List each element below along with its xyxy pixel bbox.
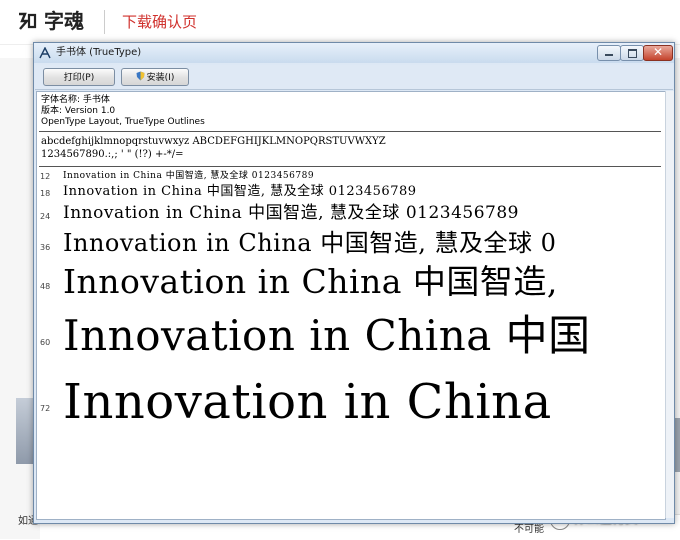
minimize-icon bbox=[605, 54, 613, 56]
size-label: 18 bbox=[40, 189, 51, 198]
font-viewer-window: 手书体 (TrueType) ✕ 打印(P) 安装(I) 字体名称: 手书体 版… bbox=[33, 42, 675, 524]
sample-text: Innovation in China bbox=[63, 374, 552, 430]
maximize-button[interactable] bbox=[620, 45, 644, 61]
sample-row-72: 72 Innovation in China bbox=[37, 370, 665, 430]
maximize-icon bbox=[628, 49, 637, 58]
install-button[interactable]: 安装(I) bbox=[121, 68, 189, 86]
sample-text: Innovation in China 中国智造, 慧及全球 012345678… bbox=[63, 184, 417, 199]
uac-shield-icon bbox=[136, 71, 145, 81]
font-file-icon bbox=[39, 47, 51, 59]
sample-row-18: 18 Innovation in China 中国智造, 慧及全球 012345… bbox=[37, 183, 665, 199]
size-label: 72 bbox=[40, 404, 51, 413]
sample-text: Innovation in China 中国 bbox=[63, 311, 591, 360]
size-label: 12 bbox=[40, 172, 51, 181]
vertical-scrollbar[interactable] bbox=[665, 91, 674, 518]
site-header: 字魂 下载确认页 bbox=[0, 0, 680, 45]
size-label: 24 bbox=[40, 212, 51, 221]
sample-row-36: 36 Innovation in China 中国智造, 慧及全球 0 bbox=[37, 227, 665, 257]
close-button[interactable]: ✕ bbox=[643, 45, 673, 61]
charset-digits: 1234567890.:,; ' " (!?) +-*/= bbox=[41, 149, 184, 160]
sample-row-60: 60 Innovation in China 中国 bbox=[37, 308, 665, 360]
size-label: 60 bbox=[40, 338, 51, 347]
sample-text: Innovation in China 中国智造, 慧及全球 012345678… bbox=[63, 203, 519, 223]
header-divider bbox=[104, 10, 105, 34]
font-preview-area: 字体名称: 手书体 版本: Version 1.0 OpenType Layou… bbox=[36, 91, 666, 520]
font-name-info: 字体名称: 手书体 bbox=[41, 95, 110, 105]
print-button[interactable]: 打印(P) bbox=[43, 68, 115, 86]
page-title: 下载确认页 bbox=[122, 13, 198, 31]
version-info: 版本: Version 1.0 bbox=[41, 106, 116, 116]
size-label: 48 bbox=[40, 282, 51, 291]
window-title: 手书体 (TrueType) bbox=[56, 47, 142, 58]
minimize-button[interactable] bbox=[597, 45, 621, 61]
logo-text[interactable]: 字魂 bbox=[44, 8, 84, 34]
divider bbox=[39, 166, 661, 167]
size-label: 36 bbox=[40, 243, 51, 252]
install-button-label: 安装(I) bbox=[146, 73, 175, 83]
sample-text: Innovation in China 中国智造, 慧及全球 0 bbox=[63, 229, 557, 257]
sample-text: Innovation in China 中国智造, 慧及全球 012345678… bbox=[63, 171, 315, 181]
divider bbox=[39, 131, 661, 132]
outline-info: OpenType Layout, TrueType Outlines bbox=[41, 117, 205, 127]
close-icon: ✕ bbox=[652, 45, 664, 59]
logo-icon bbox=[19, 12, 37, 30]
sample-row-12: 12 Innovation in China 中国智造, 慧及全球 012345… bbox=[37, 170, 665, 181]
title-bar[interactable]: 手书体 (TrueType) ✕ bbox=[34, 43, 674, 63]
charset-letters: abcdefghijklmnopqrstuvwxyz ABCDEFGHIJKLM… bbox=[41, 136, 386, 147]
sample-row-48: 48 Innovation in China 中国智造, bbox=[37, 260, 665, 301]
toolbar: 打印(P) 安装(I) bbox=[35, 65, 673, 90]
sample-text: Innovation in China 中国智造, bbox=[63, 262, 558, 301]
sample-row-24: 24 Innovation in China 中国智造, 慧及全球 012345… bbox=[37, 202, 665, 223]
